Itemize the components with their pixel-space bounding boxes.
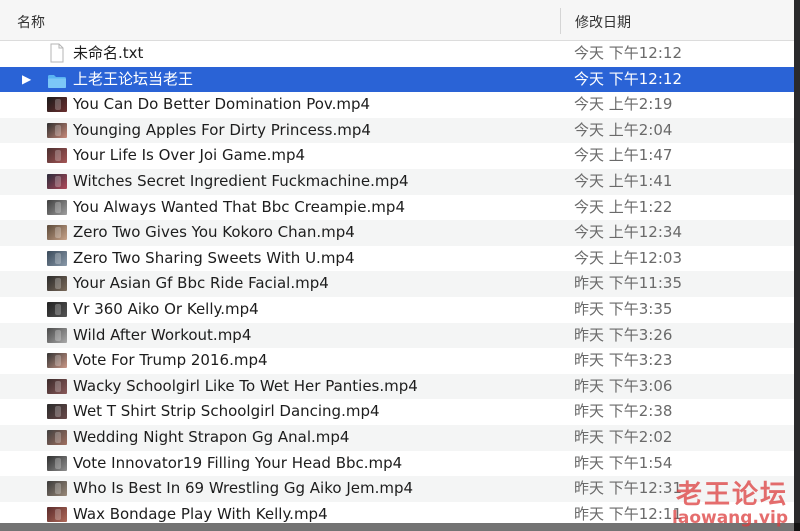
file-name: Wild After Workout.mp4 — [73, 325, 252, 344]
file-date-modified: 昨天 下午2:02 — [574, 427, 673, 446]
video-thumbnail-icon — [47, 225, 67, 241]
video-thumbnail-icon — [47, 250, 67, 266]
video-thumbnail-icon — [47, 506, 67, 522]
column-header-name[interactable]: 名称 — [17, 12, 45, 32]
file-name: Vote Innovator19 Filling Your Head Bbc.m… — [73, 453, 403, 472]
file-date-modified: 今天 上午2:19 — [574, 95, 673, 114]
text-document-icon — [47, 43, 67, 63]
file-date-modified: 昨天 下午3:23 — [574, 351, 673, 370]
file-date-modified: 昨天 下午1:54 — [574, 453, 673, 472]
video-thumbnail-icon — [47, 148, 67, 164]
file-row[interactable]: Wedding Night Strapon Gg Anal.mp4 昨天 下午2:… — [0, 424, 794, 451]
file-name: You Can Do Better Domination Pov.mp4 — [73, 95, 371, 114]
file-row[interactable]: Who Is Best In 69 Wrestling Gg Aiko Jem.… — [0, 476, 794, 502]
video-thumbnail-icon — [47, 97, 67, 113]
file-date-modified: 今天 上午1:47 — [574, 146, 673, 165]
file-row[interactable]: You Always Wanted That Bbc Creampie.mp4 今… — [0, 195, 794, 221]
file-date-modified: 今天 上午12:03 — [574, 248, 682, 267]
video-thumbnail-icon — [47, 481, 67, 497]
finder-window: 名称 修改日期 未命名.txt 今天 下午12:12 ▶ 上老王论坛当老王 今天 下午1… — [0, 0, 794, 531]
video-thumbnail-icon — [47, 122, 67, 138]
file-date-modified: 今天 下午12:12 — [574, 44, 682, 62]
file-name: You Always Wanted That Bbc Creampie.mp4 — [73, 197, 405, 216]
file-name: Vote For Trump 2016.mp4 — [73, 351, 268, 370]
file-row[interactable]: Younging Apples For Dirty Princess.mp4 今天… — [0, 117, 794, 144]
file-name: Witches Secret Ingredient Fuckmachine.mp… — [73, 171, 409, 190]
file-name: 未命名.txt — [73, 44, 144, 62]
file-list: 未命名.txt 今天 下午12:12 ▶ 上老王论坛当老王 今天 下午12:12 You … — [0, 41, 794, 527]
file-date-modified: 今天 上午1:22 — [574, 197, 673, 216]
file-name: Younging Apples For Dirty Princess.mp4 — [73, 120, 371, 139]
file-row[interactable]: Your Life Is Over Joi Game.mp4 今天 上午1:47 — [0, 143, 794, 169]
file-name: Wacky Schoolgirl Like To Wet Her Panties… — [73, 376, 418, 395]
file-date-modified: 昨天 下午3:06 — [574, 376, 673, 395]
video-thumbnail-icon — [47, 199, 67, 215]
file-name: Your Asian Gf Bbc Ride Facial.mp4 — [73, 274, 329, 293]
video-thumbnail-icon — [47, 173, 67, 189]
file-name: Wet T Shirt Strip Schoolgirl Dancing.mp4 — [73, 402, 380, 421]
file-row[interactable]: Zero Two Sharing Sweets With U.mp4 今天 上午1… — [0, 246, 794, 272]
video-thumbnail-icon — [47, 301, 67, 317]
file-row[interactable]: Vote Innovator19 Filling Your Head Bbc.m… — [0, 451, 794, 477]
file-date-modified: 今天 上午12:34 — [574, 223, 682, 242]
file-name: Your Life Is Over Joi Game.mp4 — [73, 146, 306, 165]
file-date-modified: 昨天 下午3:26 — [574, 325, 673, 344]
video-thumbnail-icon — [47, 429, 67, 445]
file-row[interactable]: 未命名.txt 今天 下午12:12 — [0, 41, 794, 67]
video-thumbnail-icon — [47, 455, 67, 471]
file-name: Zero Two Gives You Kokoro Chan.mp4 — [73, 223, 355, 242]
file-name: Zero Two Sharing Sweets With U.mp4 — [73, 248, 355, 267]
file-row[interactable]: You Can Do Better Domination Pov.mp4 今天 上… — [0, 92, 794, 118]
folder-icon — [47, 72, 67, 88]
list-header: 名称 修改日期 — [0, 0, 794, 41]
file-row[interactable]: Wet T Shirt Strip Schoolgirl Dancing.mp4… — [0, 399, 794, 425]
file-name: Wedding Night Strapon Gg Anal.mp4 — [73, 427, 350, 446]
file-date-modified: 今天 上午1:41 — [574, 171, 673, 190]
video-thumbnail-icon — [47, 327, 67, 343]
window-edge — [794, 0, 800, 531]
file-row[interactable]: Witches Secret Ingredient Fuckmachine.mp… — [0, 168, 794, 195]
file-date-modified: 昨天 下午3:35 — [574, 299, 673, 318]
file-name: Who Is Best In 69 Wrestling Gg Aiko Jem.… — [73, 479, 414, 498]
file-date-modified: 今天 上午2:04 — [574, 120, 673, 139]
folder-row[interactable]: ▶ 上老王论坛当老王 今天 下午12:12 — [0, 66, 794, 93]
file-row[interactable]: Wacky Schoolgirl Like To Wet Her Panties… — [0, 373, 794, 400]
column-header-date-modified[interactable]: 修改日期 — [575, 12, 631, 32]
file-row[interactable]: Vote For Trump 2016.mp4 昨天 下午3:23 — [0, 348, 794, 374]
file-date-modified: 昨天 下午12:31 — [574, 479, 682, 498]
file-name: 上老王论坛当老王 — [73, 69, 194, 88]
file-date-modified: 昨天 下午11:35 — [574, 274, 682, 293]
file-row[interactable]: Wild After Workout.mp4 昨天 下午3:26 — [0, 322, 794, 349]
file-date-modified: 今天 下午12:12 — [574, 69, 682, 88]
video-thumbnail-icon — [47, 276, 67, 292]
file-date-modified: 昨天 下午2:38 — [574, 402, 673, 421]
file-row[interactable]: Zero Two Gives You Kokoro Chan.mp4 今天 上午1… — [0, 220, 794, 246]
disclosure-triangle-icon[interactable]: ▶ — [22, 67, 31, 93]
video-thumbnail-icon — [47, 404, 67, 420]
file-row[interactable]: Your Asian Gf Bbc Ride Facial.mp4 昨天 下午11… — [0, 271, 794, 297]
video-thumbnail-icon — [47, 378, 67, 394]
column-divider[interactable] — [560, 8, 561, 34]
window-bottom-edge — [0, 523, 800, 531]
video-thumbnail-icon — [47, 353, 67, 369]
file-name: Vr 360 Aiko Or Kelly.mp4 — [73, 299, 259, 318]
file-row[interactable]: Vr 360 Aiko Or Kelly.mp4 昨天 下午3:35 — [0, 297, 794, 323]
